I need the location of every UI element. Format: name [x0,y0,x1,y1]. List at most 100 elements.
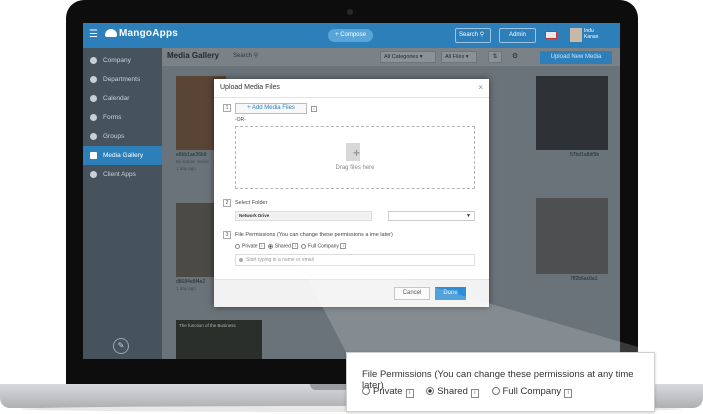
search-icon: ⚲ [479,32,485,38]
top-search-button[interactable]: Search ⚲ [455,28,491,43]
close-icon[interactable]: × [478,83,483,92]
files-filter-select[interactable]: All Files ▾ [441,51,477,63]
video-camera-icon [90,152,97,159]
avatar[interactable] [570,28,582,42]
globe-icon [90,57,97,64]
client-apps-icon [90,171,97,178]
admin-button[interactable]: Admin [499,28,536,43]
step-number: 2 [223,199,231,207]
radio-full-company-label: Full Company [502,386,562,397]
dialog-title: Upload Media Files [220,84,280,91]
app-logo[interactable]: MangoApps [105,28,178,39]
calendar-icon [90,95,97,102]
gallery-search-input[interactable]: Search ⚲ [233,52,258,59]
page-title: Media Gallery [167,51,220,60]
laptop-screen: ☰ MangoApps + Compose Search ⚲ Admin Ind… [83,23,620,359]
sidebar-item-label: Company [103,57,131,64]
sort-icon[interactable]: ⇅ [488,51,502,63]
radio-shared[interactable] [426,387,435,395]
radio-full-company-label: Full Company [308,243,339,250]
people-search-placeholder: Start typing in a name or email [246,257,314,263]
user-name[interactable]: Indu Kanan [584,28,598,40]
sidebar-item-label: Calendar [103,95,130,102]
step-number: 1 [223,104,231,112]
upload-new-media-button[interactable]: Upload New Media [540,51,612,64]
radio-shared-label: Shared [274,243,291,250]
permission-radio-group: Private i Shared i Full Company i [235,243,347,250]
subfolder-select[interactable]: ▼ [388,211,475,221]
files-filter-value: All Files [445,54,465,60]
info-icon[interactable]: i [311,106,317,112]
sidebar-item-company[interactable]: Company [83,51,162,70]
gear-icon[interactable]: ⚙ [508,51,522,63]
hamburger-menu-icon[interactable]: ☰ [89,29,98,41]
sidebar-item-label: Groups [103,133,125,140]
upload-media-dialog: Upload Media Files × 1 + Add Media Files… [214,79,489,307]
file-permissions-label: File Permissions (You can change these p… [235,232,393,238]
category-filter-select[interactable]: All Categories ▾ [380,51,436,63]
info-icon[interactable]: i [340,243,347,249]
dialog-header: Upload Media Files × [214,79,489,98]
departments-icon [90,76,97,83]
radio-private[interactable] [362,387,370,395]
info-icon[interactable]: i [470,389,479,398]
thumbnail-date: 1 day ago [176,286,196,291]
sidebar-item-media-gallery[interactable]: Media Gallery [83,146,162,165]
sidebar-item-label: Media Gallery [103,152,144,159]
info-icon[interactable]: i [405,389,414,398]
top-search-label: Search [459,32,479,38]
people-search-input[interactable]: Start typing in a name or email [235,254,475,266]
sidebar-item-label: Forms [103,114,122,121]
user-icon [239,258,243,262]
sidebar-item-client-apps[interactable]: Client Apps [83,165,162,184]
radio-shared[interactable] [267,243,273,249]
sidebar: Company Departments Calendar Forms Group… [83,48,162,359]
pencil-icon[interactable]: ✎ [113,338,129,354]
select-folder-label: Select Folder [235,200,268,206]
info-icon[interactable]: i [292,243,299,249]
language-flag-icon[interactable] [545,31,557,39]
thumbnail-caption[interactable]: The function of the Business [179,323,236,329]
or-separator: -OR- [235,117,246,123]
sidebar-item-calendar[interactable]: Calendar [83,89,162,108]
sidebar-item-departments[interactable]: Departments [83,70,162,89]
sidebar-item-label: Client Apps [103,171,136,178]
sidebar-item-forms[interactable]: Forms [83,108,162,127]
chevron-down-icon: ▾ [419,54,423,60]
gallery-thumbnail[interactable] [536,198,608,274]
compose-button[interactable]: + Compose [328,29,373,42]
camera-dot [347,9,353,15]
add-media-files-button[interactable]: + Add Media Files [235,103,307,114]
radio-private-label: Private [373,386,403,397]
forms-icon [90,114,97,121]
mango-logo-icon [105,29,117,38]
radio-full-company[interactable] [301,243,307,249]
thumbnail-caption[interactable]: 57bd1a8df9b [570,152,599,158]
sidebar-item-groups[interactable]: Groups [83,127,162,146]
thumbnail-caption[interactable]: e6bb1ae26b9 [176,152,207,158]
chevron-down-icon: ▼ [466,213,471,219]
thumbnail-date: 1 day ago [176,166,196,171]
gallery-toolbar: Media Gallery Search ⚲ All Categories ▾ … [162,48,620,66]
folder-field[interactable]: Network Drive [235,211,372,221]
app-topbar: ☰ MangoApps + Compose Search ⚲ Admin Ind… [83,23,620,48]
search-icon: ⚲ [253,53,259,59]
dialog-footer: Cancel Done [214,279,489,307]
product-illustration: ☰ MangoApps + Compose Search ⚲ Admin Ind… [0,0,703,414]
cancel-button[interactable]: Cancel [394,287,430,300]
info-icon[interactable]: i [564,389,573,398]
file-drop-zone[interactable]: Drag files here [235,126,475,189]
radio-private[interactable] [235,243,240,249]
gallery-thumbnail[interactable] [536,76,608,150]
done-button[interactable]: Done [435,287,466,300]
permissions-zoom-callout: File Permissions (You can change these p… [346,352,655,412]
add-file-icon [346,143,360,161]
gallery-search-placeholder: Search [233,53,253,59]
thumbnail-caption[interactable]: d8684e8f4e2 [176,279,205,285]
groups-icon [90,133,97,140]
radio-private-label: Private [242,243,258,250]
thumbnail-caption[interactable]: 7ff2b6ac0a1 [570,276,597,282]
user-last-name: Kanan [584,34,599,40]
radio-full-company[interactable] [491,387,500,395]
info-icon[interactable]: i [258,243,265,249]
